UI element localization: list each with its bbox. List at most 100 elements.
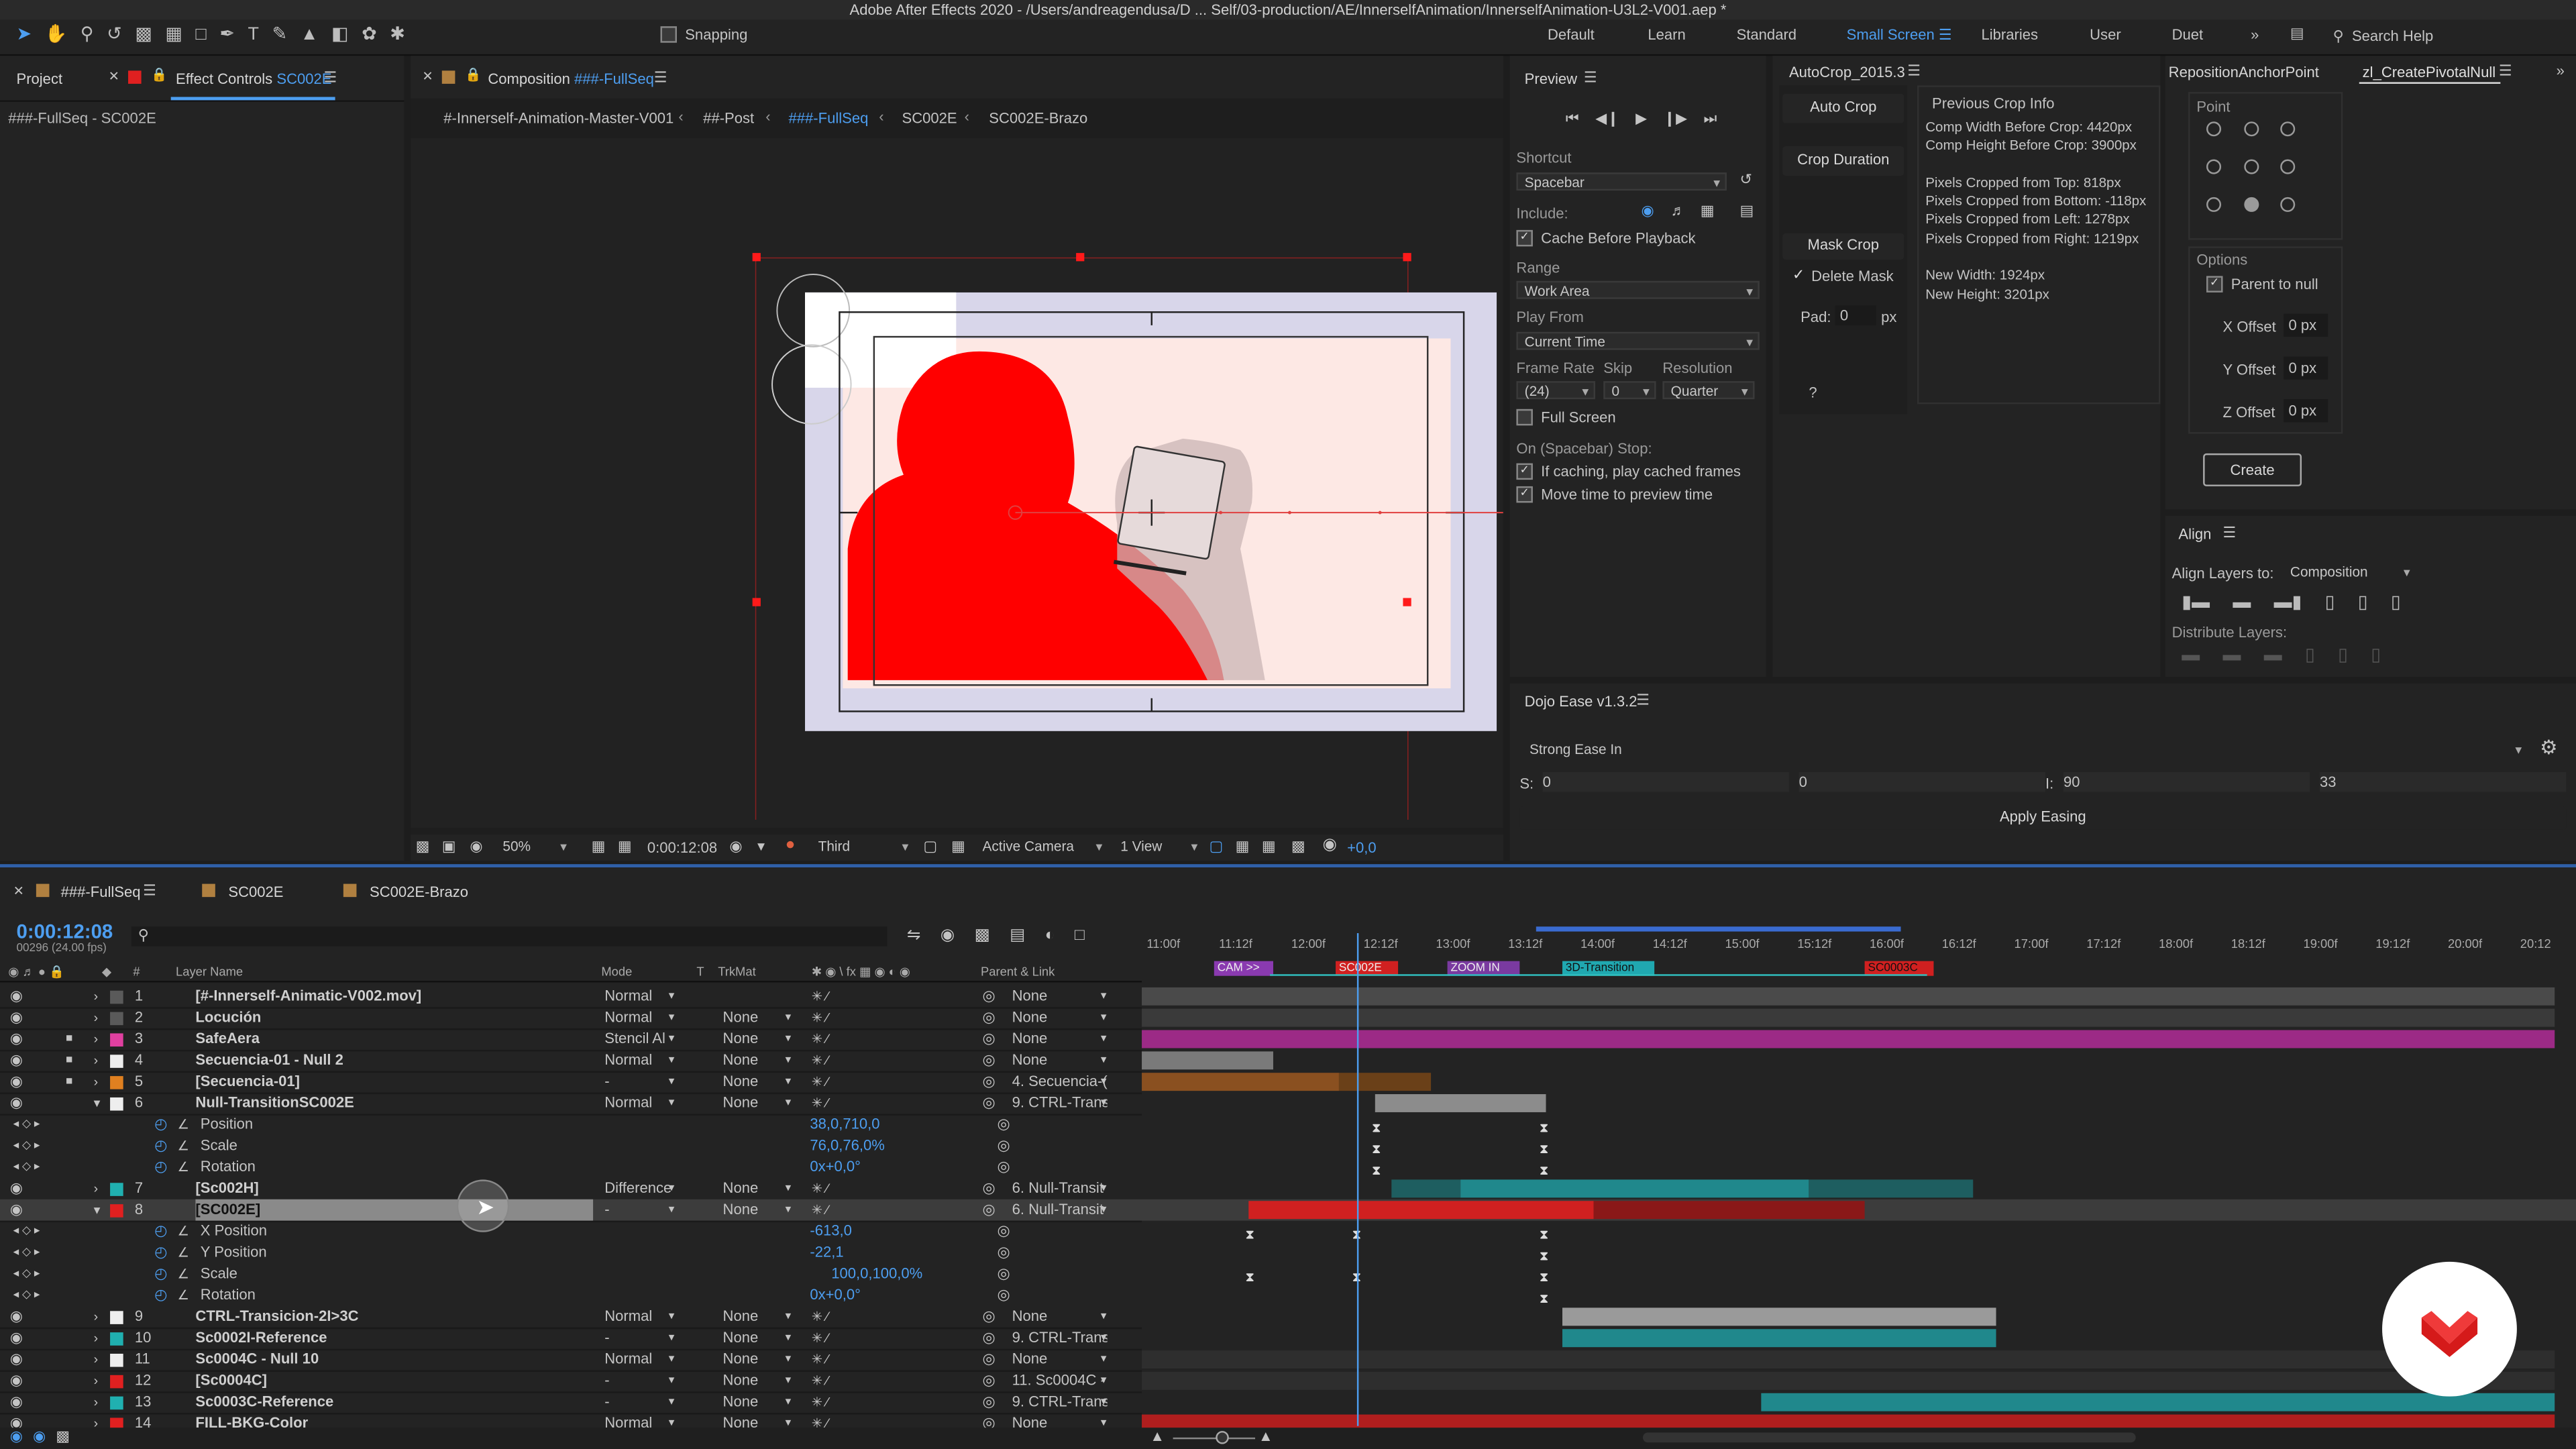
stopwatch-icon[interactable]: ◴ <box>154 1242 167 1263</box>
cache-before-playback-option[interactable]: ✓ Cache Before Playback <box>1516 229 1696 247</box>
close-icon[interactable]: ✕ <box>109 69 119 84</box>
layer-name[interactable]: [Sc0004C] <box>195 1370 593 1391</box>
skip-dropdown[interactable]: 0 <box>1603 381 1656 401</box>
visibility-eye-icon[interactable]: ◉ <box>10 985 23 1007</box>
layer-name[interactable]: [Secuencia-01] <box>195 1071 593 1093</box>
viewer-canvas[interactable] <box>411 138 1503 828</box>
visibility-eye-icon[interactable]: ◉ <box>10 1007 23 1028</box>
anchor-radio-middle-right[interactable] <box>2280 159 2296 174</box>
autocrop-menu-icon[interactable]: ☰ <box>1907 62 1921 80</box>
zoom-tool-icon[interactable]: ⚲ <box>80 25 94 44</box>
ease-preset-dropdown[interactable]: Strong Ease In <box>1523 741 2526 760</box>
toggle-transfer-icon[interactable]: ◉ <box>33 1428 46 1446</box>
layer-parent-dropdown[interactable]: None <box>1012 1028 1108 1050</box>
layer-duration-bar[interactable] <box>1562 1329 1996 1348</box>
snapping-toggle[interactable]: Snapping <box>660 26 747 43</box>
layer-name[interactable]: Secuencia-01 - Null 2 <box>195 1050 593 1071</box>
grid-icon[interactable]: ▦ <box>618 838 632 856</box>
stopwatch-icon[interactable]: ◴ <box>154 1114 167 1135</box>
next-frame-icon[interactable]: ❙▶ <box>1664 110 1687 128</box>
frame-blending-icon[interactable]: ▤ <box>1010 926 1025 945</box>
parent-pickwhip-icon[interactable]: ◎ <box>983 985 996 1007</box>
layer-name[interactable]: CTRL-Transicion-2I>3C <box>195 1306 593 1328</box>
layer-switches[interactable]: ✳ ∕ <box>812 1413 828 1430</box>
align-left-icon[interactable]: ▮▬ <box>2182 592 2210 612</box>
layer-lock-icon[interactable]: ■ <box>66 1028 72 1050</box>
clone-stamp-tool-icon[interactable]: ▲ <box>301 25 319 44</box>
parent-pickwhip-icon[interactable]: ◎ <box>983 1007 996 1028</box>
align-top-icon[interactable]: ▯ <box>2325 592 2335 612</box>
dojo-menu-icon[interactable]: ☰ <box>1636 692 1650 710</box>
layer-switches[interactable]: ✳ ∕ <box>812 1050 828 1071</box>
align-right-icon[interactable]: ▬▮ <box>2274 592 2302 612</box>
tab-create-pivotal-null[interactable]: zl_CreatePivotalNull <box>2363 64 2496 80</box>
layer-switches[interactable]: ✳ ∕ <box>812 1349 828 1371</box>
visibility-eye-icon[interactable]: ◉ <box>10 1413 23 1430</box>
distribute-bottom-icon[interactable]: ▬ <box>2264 645 2282 664</box>
mask-crop-button[interactable]: Mask Crop <box>1782 233 1904 260</box>
keyframe-navigator-icon[interactable]: ◂ ◇ ▸ <box>13 1221 40 1242</box>
stopwatch-icon[interactable]: ◴ <box>154 1157 167 1178</box>
layer-parent-dropdown[interactable]: None <box>1012 1050 1108 1071</box>
expand-twirl-icon[interactable]: › <box>94 1391 99 1413</box>
rectangle-tool-icon[interactable]: □ <box>195 25 206 44</box>
layer-trkmat-dropdown[interactable]: None <box>723 1050 759 1071</box>
y-offset-input[interactable]: 0 px <box>2284 356 2328 380</box>
keyframe-navigator-icon[interactable]: ◂ ◇ ▸ <box>13 1263 40 1285</box>
layer-trkmat-dropdown[interactable]: None <box>723 1093 759 1114</box>
parent-pickwhip-icon[interactable]: ◎ <box>983 1028 996 1050</box>
marker-cam[interactable]: CAM >> <box>1214 961 1273 976</box>
distribute-top-icon[interactable]: ▬ <box>2182 645 2200 664</box>
property-value[interactable]: 38,0,710,0 <box>810 1114 879 1135</box>
panel-overflow-icon[interactable]: » <box>2557 62 2565 78</box>
s-value-1[interactable]: 0 <box>1542 772 1789 792</box>
zoom-dropdown[interactable]: 50% <box>496 838 572 856</box>
help-button[interactable]: ? <box>1809 384 1817 400</box>
tab-sc002e[interactable]: SC002E <box>228 884 283 900</box>
stopwatch-icon[interactable]: ◴ <box>154 1135 167 1157</box>
region-of-interest-icon[interactable]: ▢ <box>923 838 937 856</box>
brush-tool-icon[interactable]: ✎ <box>272 25 288 44</box>
layer-trkmat-dropdown[interactable]: None <box>723 1028 759 1050</box>
layer-duration-bar[interactable] <box>1460 1179 1809 1198</box>
layer-row[interactable]: ◉ › 14 FILL-BKG-Color Normal ▾ None ▾ ✳ ∕ ◎ None ▾ <box>0 1413 2576 1430</box>
expression-pickwhip-icon[interactable]: ◎ <box>998 1263 1010 1285</box>
breadcrumb-item-4[interactable]: SC002E <box>902 110 957 126</box>
range-dropdown[interactable]: Work Area <box>1516 280 1760 301</box>
layer-duration-bar[interactable] <box>1142 1051 1273 1070</box>
eraser-tool-icon[interactable]: ◧ <box>331 25 348 44</box>
work-area-bar[interactable] <box>1536 926 1901 932</box>
layer-parent-dropdown[interactable]: None <box>1012 1306 1108 1328</box>
full-screen-option[interactable]: Full Screen <box>1516 409 1616 426</box>
transparency-grid-icon[interactable]: ▦ <box>951 838 965 856</box>
resolution-dropdown[interactable]: Third <box>812 838 914 856</box>
anchor-radio-middle-left[interactable] <box>2206 159 2222 174</box>
if-caching-checkbox[interactable]: ✓ <box>1516 463 1533 480</box>
zoom-in-icon[interactable]: ▲ <box>1258 1428 1273 1444</box>
expression-pickwhip-icon[interactable]: ◎ <box>998 1135 1010 1157</box>
layer-name[interactable]: SafeAera <box>195 1028 593 1050</box>
reset-exposure-icon[interactable]: ◉ <box>1322 837 1336 855</box>
camera-dropdown[interactable]: Active Camera <box>976 838 1108 856</box>
layer-row[interactable]: ◉ › 13 Sc0003C-Reference - ▾ None ▾ ✳ ∕ ◎ 9. CTRL-… <box>0 1391 2576 1415</box>
graph-editor-icon[interactable]: □ <box>1075 926 1085 945</box>
layer-switches[interactable]: ✳ ∕ <box>812 985 828 1007</box>
include-video-icon[interactable]: ◉ <box>1642 202 1654 220</box>
stopwatch-icon[interactable]: ◴ <box>154 1263 167 1285</box>
layer-lock-icon[interactable]: ■ <box>66 1071 72 1093</box>
layer-duration-bar[interactable] <box>1142 1371 2555 1390</box>
layer-trkmat-dropdown[interactable]: None <box>723 1007 759 1028</box>
workspace-small-screen[interactable]: Small Screen <box>1847 26 1935 42</box>
pan-behind-tool-icon[interactable]: ▦ <box>165 25 182 44</box>
layer-name[interactable]: Locución <box>195 1007 593 1028</box>
layer-name[interactable]: Sc0004C - Null 10 <box>195 1349 593 1371</box>
align-vertical-center-icon[interactable]: ▯ <box>2358 592 2368 612</box>
puppet-pin-tool-icon[interactable]: ✱ <box>390 25 405 44</box>
align-horizontal-center-icon[interactable]: ▬ <box>2233 592 2251 612</box>
comp-mini-flowchart-icon[interactable]: ⇋ <box>907 926 921 945</box>
breadcrumb-item-2[interactable]: ##-Post <box>703 110 754 126</box>
if-caching-option[interactable]: ✓ If caching, play cached frames <box>1516 463 1741 480</box>
delete-mask-option[interactable]: ✓ Delete Mask <box>1792 266 1894 284</box>
parent-pickwhip-icon[interactable]: ◎ <box>983 1391 996 1413</box>
rotate-tool-icon[interactable]: ↺ <box>107 25 122 44</box>
